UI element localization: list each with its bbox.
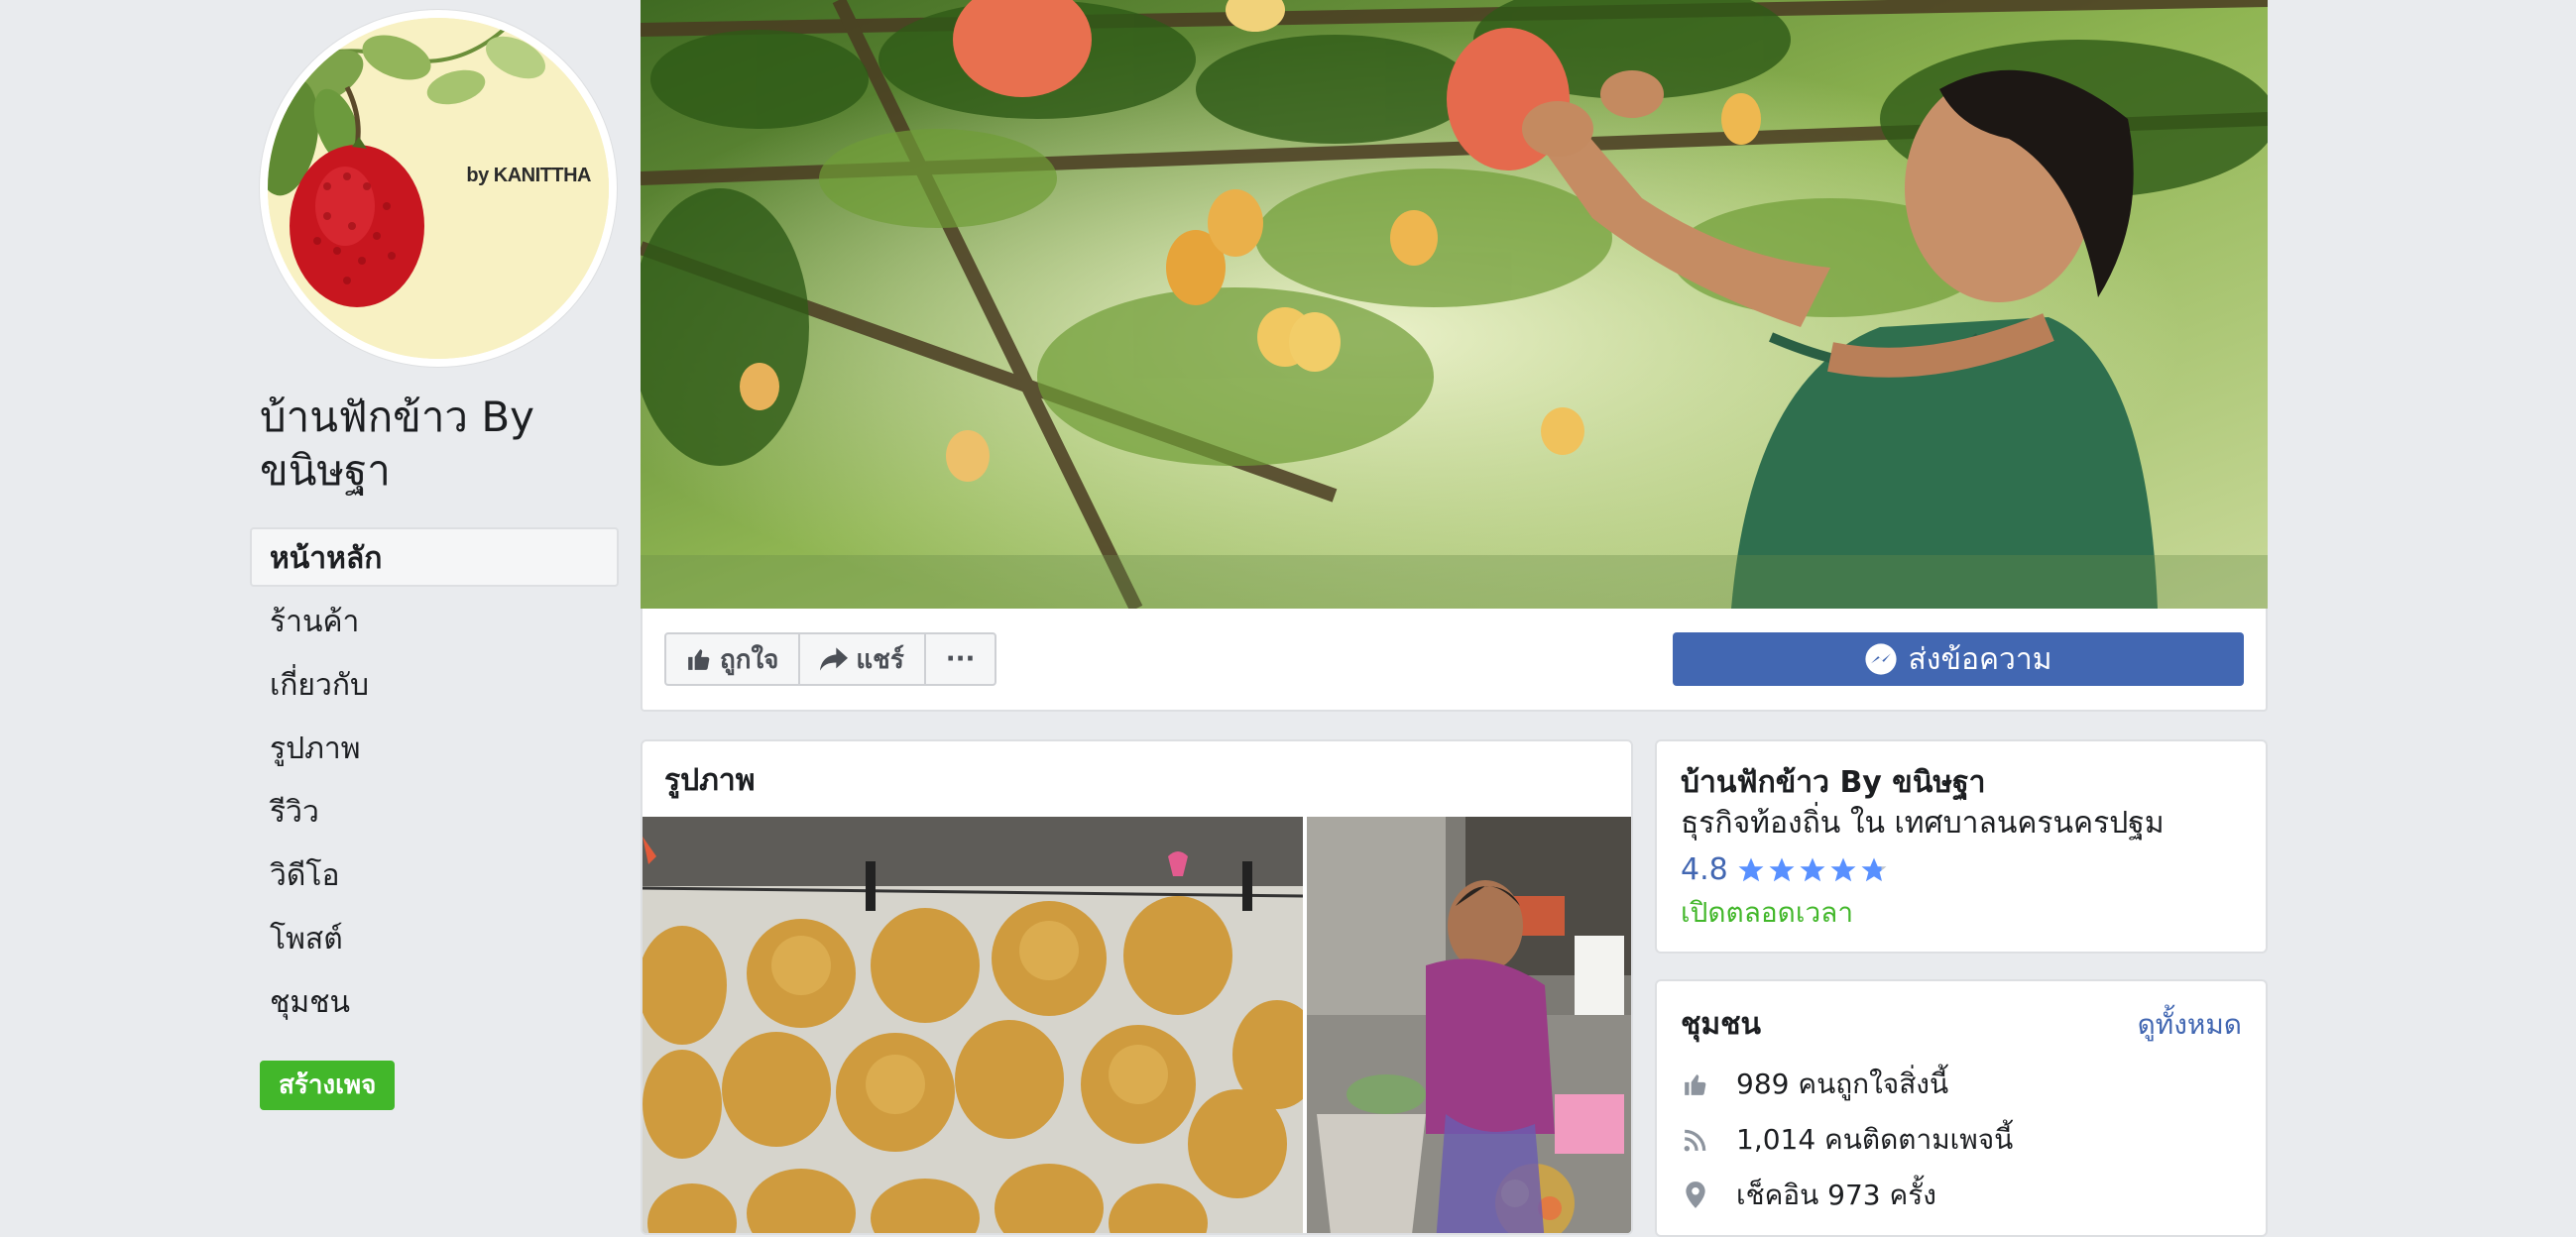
photo-thumbnail[interactable] xyxy=(643,817,1303,1233)
business-name[interactable]: บ้านฟักข้าว By ขนิษฐา xyxy=(1681,763,2242,803)
photo-woman-working xyxy=(1307,817,1631,1233)
thumbs-up-icon xyxy=(686,646,712,672)
page-info-card: บ้านฟักข้าว By ขนิษฐา ธุรกิจท้องถิ่น ใน … xyxy=(1655,739,2268,954)
see-all-link[interactable]: ดูทั้งหมด xyxy=(2138,1003,2242,1047)
page-action-buttons: ถูกใจ แชร์ ··· xyxy=(664,632,997,686)
star-icon xyxy=(1738,857,1764,881)
nav-item-reviews[interactable]: รีวิว xyxy=(250,781,619,841)
page-actions-bar: ถูกใจ แชร์ ··· ส่งข้อความ xyxy=(641,609,2268,712)
star-icon xyxy=(1861,857,1887,881)
profile-picture[interactable]: by KANITTHA xyxy=(268,18,609,359)
photo-drying-rice-crackers xyxy=(643,817,1303,1233)
messenger-icon xyxy=(1864,642,1898,676)
nav-item-about[interactable]: เกี่ยวกับ xyxy=(250,654,619,714)
photos-section: รูปภาพ xyxy=(641,739,1633,1235)
more-options-button[interactable]: ··· xyxy=(926,634,995,684)
community-checkins-row: เช็คอิน 973 ครั้ง xyxy=(1681,1177,2242,1214)
rss-icon xyxy=(1681,1127,1710,1153)
create-page-button[interactable]: สร้างเพจ xyxy=(260,1061,396,1110)
share-arrow-icon xyxy=(820,646,849,672)
cover-photo-art xyxy=(641,0,2268,609)
cover-photo[interactable] xyxy=(641,0,2268,609)
followers-count: 1,014 คนติดตามเพจนี้ xyxy=(1736,1123,2014,1156)
rating-summary[interactable]: 4.8 xyxy=(1681,852,2242,887)
rating-value: 4.8 xyxy=(1681,852,1728,887)
open-hours-status: เปิดตลอดเวลา xyxy=(1681,896,1854,929)
share-button-label: แชร์ xyxy=(856,644,904,675)
nav-item-shop[interactable]: ร้านค้า xyxy=(250,591,619,650)
send-message-button[interactable]: ส่งข้อความ xyxy=(1673,632,2244,686)
nav-item-community[interactable]: ชุมชน xyxy=(250,971,619,1031)
page-title[interactable]: บ้านฟักข้าว By ขนิษฐา xyxy=(260,391,617,498)
thumbs-up-icon xyxy=(1681,1071,1710,1097)
location-pin-icon xyxy=(1681,1181,1710,1210)
star-icon xyxy=(1800,857,1825,881)
nav-item-home[interactable]: หน้าหลัก xyxy=(250,527,619,587)
like-button[interactable]: ถูกใจ xyxy=(666,634,801,684)
profile-picture-art xyxy=(268,18,609,359)
photos-section-title[interactable]: รูปภาพ xyxy=(664,757,756,804)
community-followers-row: 1,014 คนติดตามเพจนี้ xyxy=(1681,1121,2242,1159)
community-likes-row: 989 คนถูกใจสิ่งนี้ xyxy=(1681,1066,2242,1103)
like-button-label: ถูกใจ xyxy=(720,644,779,675)
photo-thumbnail[interactable] xyxy=(1307,817,1631,1233)
nav-item-posts[interactable]: โพสต์ xyxy=(250,908,619,967)
likes-count: 989 คนถูกใจสิ่งนี้ xyxy=(1736,1068,1949,1100)
business-category: ธุรกิจท้องถิ่น ใน เทศบาลนครนครปฐม xyxy=(1681,806,2165,841)
community-card: ชุมชน ดูทั้งหมด 989 คนถูกใจสิ่งนี้ 1,014… xyxy=(1655,979,2268,1237)
share-button[interactable]: แชร์ xyxy=(800,634,926,684)
rating-stars xyxy=(1736,855,1890,885)
avatar-logo-caption: by KANITTHA xyxy=(466,165,591,186)
star-icon xyxy=(1769,857,1795,881)
nav-item-photos[interactable]: รูปภาพ xyxy=(250,718,619,777)
star-icon xyxy=(1830,857,1856,881)
community-header: ชุมชน ดูทั้งหมด xyxy=(1681,1001,2242,1048)
profile-picture-frame[interactable]: by KANITTHA xyxy=(260,10,617,367)
more-dots-icon: ··· xyxy=(945,644,976,674)
send-message-label: ส่งข้อความ xyxy=(1908,641,2052,677)
community-title: ชุมชน xyxy=(1681,1007,1762,1042)
page-navigation: หน้าหลัก ร้านค้า เกี่ยวกับ รูปภาพ รีวิว … xyxy=(250,527,619,1035)
nav-item-videos[interactable]: วิดีโอ xyxy=(250,844,619,904)
checkins-count: เช็คอิน 973 ครั้ง xyxy=(1736,1179,1936,1211)
